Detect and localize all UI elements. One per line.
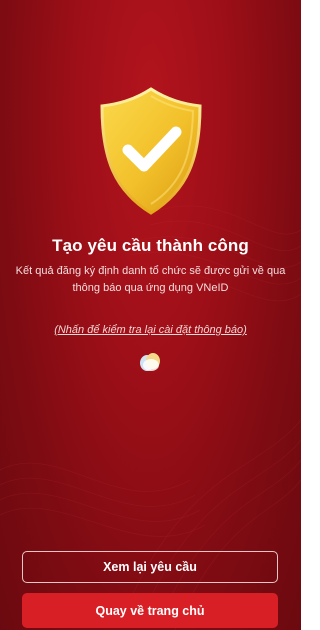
loading-icon	[138, 351, 164, 373]
review-request-button[interactable]: Xem lại yêu cầu	[22, 551, 278, 583]
success-title: Tạo yêu cầu thành công	[52, 236, 249, 255]
back-to-home-button[interactable]: Quay về trang chủ	[22, 593, 278, 628]
check-notification-settings-link[interactable]: (Nhấn để kiểm tra lại cài đặt thông báo)	[0, 324, 301, 336]
success-message: Kết quả đăng ký định danh tổ chức sẽ đượ…	[15, 265, 286, 294]
success-screen: Tạo yêu cầu thành công Kết quả đăng ký đ…	[0, 0, 301, 630]
shield-check-icon	[98, 86, 204, 216]
